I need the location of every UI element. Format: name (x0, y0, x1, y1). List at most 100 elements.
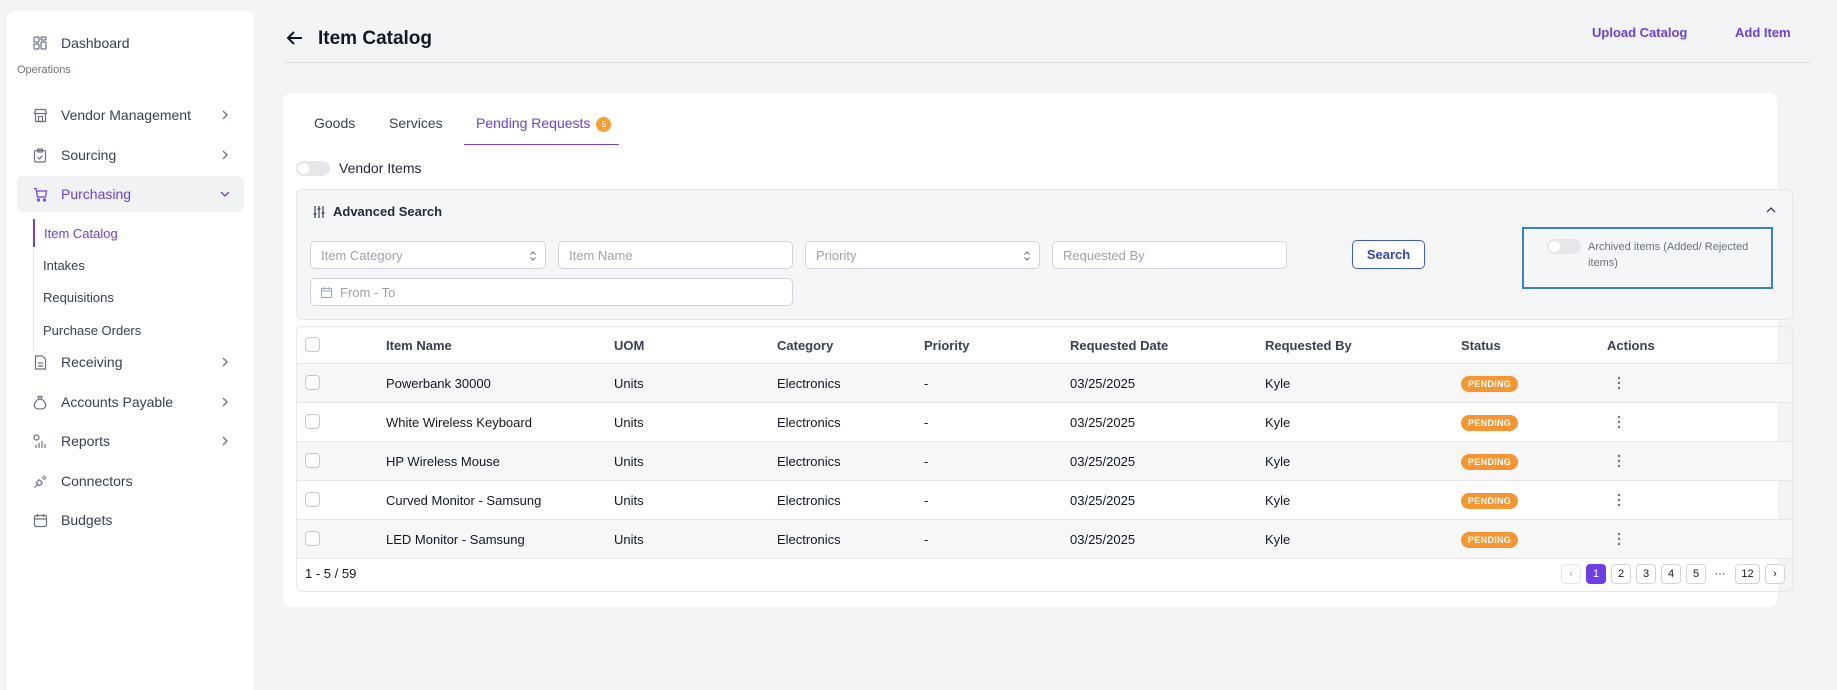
more-vertical-icon[interactable] (1613, 415, 1625, 429)
cell-requested-by: Kyle (1265, 415, 1291, 430)
advanced-search-title: Advanced Search (333, 204, 443, 219)
select-updown-icon (530, 251, 536, 261)
cell-uom: Units (614, 532, 644, 547)
row-checkbox[interactable] (305, 453, 320, 468)
cell-priority: - (924, 376, 929, 391)
more-vertical-icon[interactable] (1613, 493, 1625, 507)
priority-select[interactable]: Priority (805, 241, 1040, 269)
table-row[interactable]: Powerbank 30000 Units Electronics - 03/2… (297, 363, 1792, 402)
col-requested-date: Requested Date (1070, 337, 1169, 353)
col-actions: Actions (1607, 337, 1655, 353)
page-2-button[interactable]: 2 (1611, 564, 1631, 584)
col-priority: Priority (924, 337, 970, 353)
cell-requested-by: Kyle (1265, 454, 1291, 469)
tab-label: Pending Requests (476, 115, 591, 131)
cell-requested-date: 03/25/2025 (1070, 376, 1136, 391)
sidebar-item-reports[interactable]: Reports (17, 423, 244, 459)
table-row[interactable]: White Wireless Keyboard Units Electronic… (297, 402, 1792, 442)
next-page-button[interactable]: › (1765, 564, 1785, 584)
vendor-items-label: Vendor Items (339, 160, 422, 176)
chart-icon (31, 432, 49, 450)
sidebar-item-label: Vendor Management (61, 107, 191, 123)
row-checkbox[interactable] (305, 375, 320, 390)
archived-items-toggle[interactable] (1547, 239, 1581, 254)
sliders-icon (313, 206, 325, 218)
add-item-button[interactable]: Add Item (1735, 25, 1791, 40)
more-vertical-icon[interactable] (1613, 376, 1625, 390)
subnav-purchase-orders[interactable]: Purchase Orders (34, 316, 234, 344)
table-row[interactable]: LED Monitor - Samsung Units Electronics … (297, 519, 1792, 559)
tab-services[interactable]: Services (389, 115, 443, 145)
sidebar-item-purchasing[interactable]: Purchasing (17, 176, 244, 212)
more-vertical-icon[interactable] (1613, 454, 1625, 468)
table-row[interactable]: Curved Monitor - Samsung Units Electroni… (297, 480, 1792, 520)
sidebar: Dashboard Operations Vendor Management S… (7, 11, 254, 690)
page-1-button[interactable]: 1 (1586, 564, 1606, 584)
cell-requested-by: Kyle (1265, 532, 1291, 547)
row-checkbox[interactable] (305, 531, 320, 546)
page-12-button[interactable]: 12 (1735, 564, 1760, 584)
more-vertical-icon[interactable] (1613, 532, 1625, 546)
sidebar-item-vendor-management[interactable]: Vendor Management (17, 97, 244, 133)
cell-uom: Units (614, 454, 644, 469)
sidebar-item-accounts-payable[interactable]: Accounts Payable (17, 384, 244, 420)
calendar-budget-icon (31, 511, 49, 529)
cell-priority: - (924, 454, 929, 469)
col-item-name: Item Name (386, 337, 452, 353)
requested-by-input-wrap[interactable] (1052, 241, 1287, 269)
sidebar-item-receiving[interactable]: Receiving (17, 344, 244, 380)
col-category: Category (777, 337, 834, 353)
cell-status: PENDING (1461, 403, 1519, 442)
vendor-items-toggle[interactable] (296, 161, 330, 176)
sidebar-item-label: Sourcing (61, 147, 117, 163)
row-checkbox[interactable] (305, 414, 320, 429)
sidebar-item-budgets[interactable]: Budgets (17, 502, 244, 538)
subnav-item-catalog[interactable]: Item Catalog (33, 219, 233, 247)
page-5-button[interactable]: 5 (1686, 564, 1706, 584)
select-all-checkbox[interactable] (305, 337, 320, 352)
cell-requested-date: 03/25/2025 (1070, 415, 1136, 430)
upload-catalog-button[interactable]: Upload Catalog (1592, 25, 1687, 40)
row-checkbox[interactable] (305, 492, 320, 507)
sidebar-item-dashboard[interactable]: Dashboard (17, 25, 244, 61)
arrow-left-icon[interactable] (285, 28, 305, 48)
tab-pending-requests[interactable]: Pending Requests 5 (464, 115, 619, 145)
subnav-intakes[interactable]: Intakes (34, 251, 234, 279)
status-badge: PENDING (1461, 375, 1519, 392)
chevron-up-icon[interactable] (1764, 203, 1778, 217)
page-4-button[interactable]: 4 (1661, 564, 1681, 584)
sidebar-item-label: Connectors (61, 473, 133, 489)
calendar-icon (321, 286, 332, 298)
grid-icon (31, 34, 49, 52)
subnav-requisitions[interactable]: Requisitions (34, 283, 234, 311)
sidebar-item-sourcing[interactable]: Sourcing (17, 137, 244, 173)
cell-item-name: Curved Monitor - Samsung (386, 493, 542, 508)
pagination-ellipsis: ··· (1714, 568, 1726, 580)
purchasing-subnav: Item Catalog Intakes Requisitions Purcha… (33, 219, 243, 351)
date-range-placeholder: From - To (340, 284, 396, 300)
item-name-input[interactable] (569, 247, 792, 263)
search-button[interactable]: Search (1352, 240, 1425, 269)
chevron-right-icon (222, 357, 228, 367)
chevron-right-icon (222, 436, 228, 446)
cell-item-name: White Wireless Keyboard (386, 415, 532, 430)
chevron-right-icon (222, 110, 228, 120)
date-range-input[interactable]: From - To (310, 278, 793, 306)
cell-category: Electronics (777, 376, 841, 391)
prev-page-button[interactable]: ‹ (1561, 564, 1581, 584)
page-3-button[interactable]: 3 (1636, 564, 1656, 584)
col-uom: UOM (614, 337, 645, 353)
cell-status: PENDING (1461, 442, 1519, 481)
sidebar-item-connectors[interactable]: Connectors (17, 463, 244, 499)
item-name-input-wrap[interactable] (558, 241, 793, 269)
priority-placeholder: Priority (816, 247, 857, 263)
document-icon (31, 353, 49, 371)
table-row[interactable]: HP Wireless Mouse Units Electronics - 03… (297, 441, 1792, 481)
archived-items-label: Archived items (Added/ Rejected items) (1588, 241, 1749, 269)
tab-goods[interactable]: Goods (314, 115, 355, 145)
pending-requests-table: Item Name UOM Category Priority Requeste… (296, 326, 1793, 592)
cell-status: PENDING (1461, 520, 1519, 559)
cell-status: PENDING (1461, 481, 1519, 520)
requested-by-input[interactable] (1063, 247, 1286, 263)
item-category-select[interactable]: Item Category (310, 241, 546, 269)
